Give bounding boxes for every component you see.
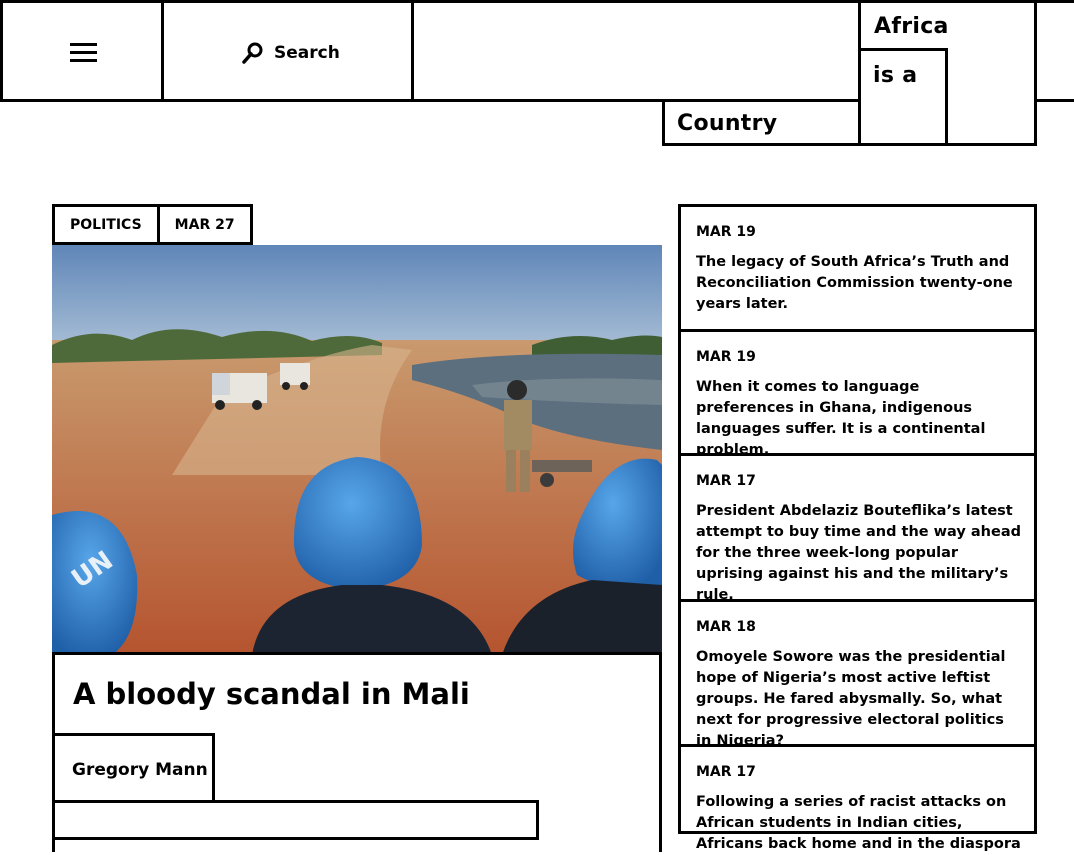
featured-excerpt-box <box>52 800 539 840</box>
menu-cell <box>0 0 164 102</box>
sidebar-item-date: MAR 18 <box>696 619 756 635</box>
sidebar-item-headline[interactable]: When it comes to language preferences in… <box>696 377 1021 461</box>
sidebar-item-date: MAR 19 <box>696 224 756 240</box>
logo-box-country[interactable]: Country <box>662 99 861 146</box>
sidebar-item-headline[interactable]: President Abdelaziz Bouteflika’s latest … <box>696 501 1021 606</box>
search-label: Search <box>274 43 340 63</box>
sidebar-item[interactable]: MAR 17 President Abdelaziz Bouteflika’s … <box>678 453 1037 603</box>
sidebar-item-date: MAR 17 <box>696 473 756 489</box>
header-spacer <box>411 0 862 102</box>
search-icon <box>242 42 263 64</box>
featured-meta: POLITICS MAR 27 <box>52 204 253 245</box>
search-button[interactable]: Search <box>161 0 414 102</box>
featured-author[interactable]: Gregory Mann <box>72 760 208 780</box>
hamburger-icon[interactable] <box>70 43 97 62</box>
sidebar-item[interactable]: MAR 17 Following a series of racist atta… <box>678 744 1037 852</box>
logo-word-is-a: is a <box>873 63 918 88</box>
date-tag: MAR 27 <box>156 204 253 245</box>
sidebar-item-date: MAR 19 <box>696 349 756 365</box>
logo-word-africa: Africa <box>874 14 949 39</box>
sidebar-item[interactable]: MAR 19 When it comes to language prefere… <box>678 329 1037 458</box>
category-tag[interactable]: POLITICS <box>52 204 160 245</box>
sidebar-item[interactable]: MAR 19 The legacy of South Africa’s Trut… <box>678 204 1037 332</box>
sidebar-item[interactable]: MAR 18 Omoyele Sowore was the presidenti… <box>678 599 1037 749</box>
logo-box-is-a[interactable]: is a <box>858 48 948 146</box>
header-edge <box>1034 0 1074 102</box>
sidebar-item-headline[interactable]: Following a series of racist attacks on … <box>696 792 1021 855</box>
featured-image[interactable]: UN <box>52 245 662 655</box>
sidebar-item-headline[interactable]: The legacy of South Africa’s Truth and R… <box>696 252 1021 315</box>
logo-word-country: Country <box>677 111 778 136</box>
author-box[interactable]: Gregory Mann <box>52 733 215 803</box>
sidebar-item-headline[interactable]: Omoyele Sowore was the presidential hope… <box>696 647 1021 752</box>
sidebar-item-date: MAR 17 <box>696 764 756 780</box>
featured-title[interactable]: A bloody scandal in Mali <box>73 677 470 711</box>
